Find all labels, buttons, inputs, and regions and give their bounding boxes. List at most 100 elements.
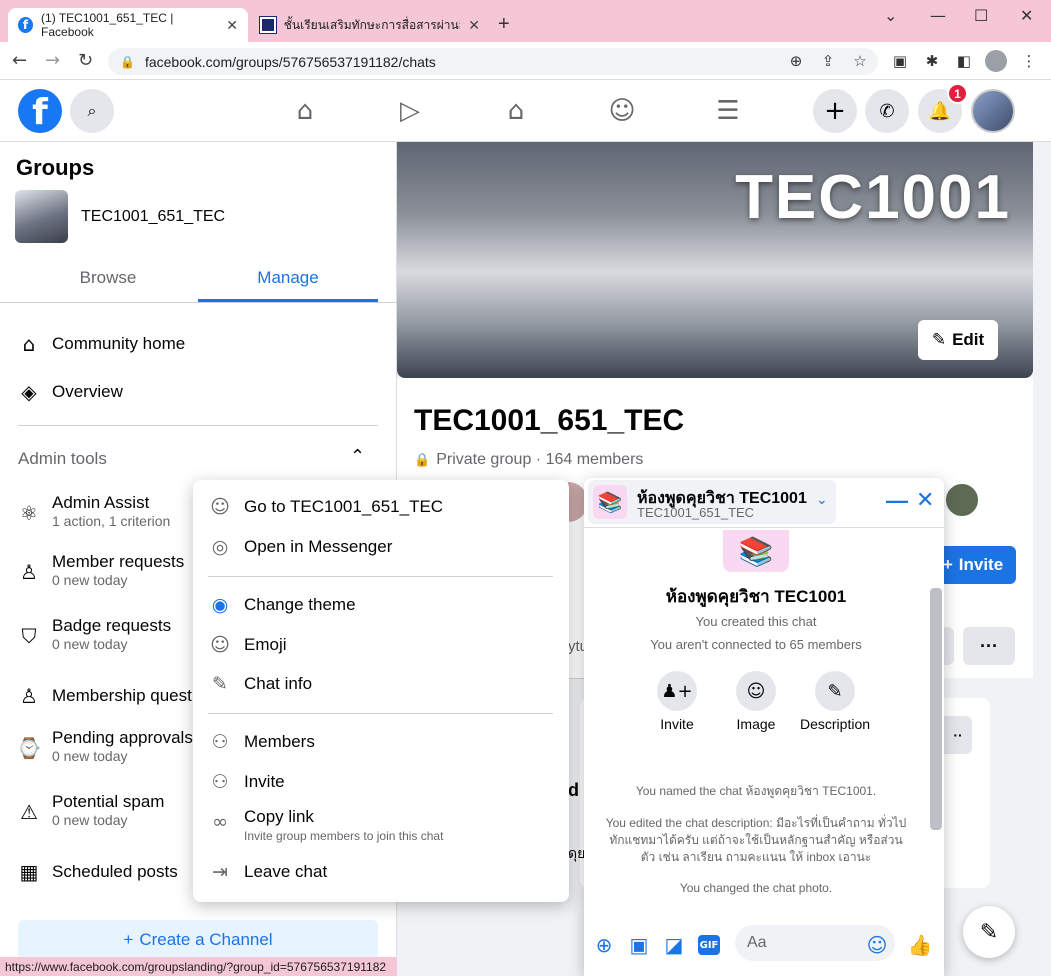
menu-item-copy-link[interactable]: ∞ Copy link Invite group members to join… — [208, 807, 443, 843]
menu-item-sub: Invite group members to join this chat — [244, 829, 444, 843]
messenger-icon: ◎ — [211, 536, 229, 558]
close-chat-icon[interactable]: ✕ — [916, 488, 934, 513]
person-question-icon: ♙ — [20, 684, 38, 708]
url-text: facebook.com/groups/576756537191182/chat… — [144, 53, 436, 70]
create-channel-button[interactable]: + Create a Channel — [18, 920, 378, 960]
search-icon[interactable]: ⌕ — [70, 89, 114, 133]
browser-tab-facebook[interactable]: f (1) TEC1001_651_TEC | Facebook ✕ — [8, 8, 248, 42]
marketplace-icon[interactable]: ⌂ — [496, 95, 536, 127]
group-thumbnail[interactable] — [15, 190, 68, 243]
menu-item-emoji[interactable]: ☺ Emoji — [208, 634, 286, 656]
group-name-heading: TEC1001_651_TEC — [414, 404, 685, 437]
peek-text: d — [568, 780, 579, 800]
action-description-label: Description — [799, 716, 871, 732]
sidebar-item-label: Scheduled posts — [52, 862, 178, 881]
warning-icon: ⚠ — [20, 800, 38, 824]
profile-avatar-icon[interactable] — [985, 50, 1007, 72]
chevron-down-icon[interactable]: ⌄ — [816, 492, 828, 508]
new-message-icon[interactable]: ✎ — [963, 906, 1015, 958]
group-meta-text: Private group · 164 members — [436, 451, 644, 468]
member-avatar[interactable] — [944, 482, 980, 518]
invite-people-icon: ⚇ — [211, 771, 229, 793]
chat-scrollbar[interactable] — [930, 588, 942, 830]
divider — [18, 425, 378, 426]
share-icon[interactable]: ⇪ — [819, 52, 837, 70]
close-tab-icon[interactable]: ✕ — [226, 17, 238, 34]
account-avatar[interactable] — [971, 89, 1015, 133]
tab-title: ชั้นเรียนเสริมทักษะการสื่อสารผ่านสื่อสั.… — [283, 17, 461, 32]
messenger-icon[interactable]: ✆ — [865, 89, 909, 133]
menu-item-members[interactable]: ⚇ Members — [208, 731, 314, 753]
new-tab-icon[interactable]: + — [498, 13, 510, 36]
emoji-icon[interactable]: ☺ — [865, 933, 889, 957]
groups-icon[interactable]: ☺ — [602, 95, 642, 127]
chat-event: You edited the chat description: มีอะไรท… — [605, 816, 907, 864]
menu-item-invite[interactable]: ⚇ Invite — [208, 771, 284, 793]
sidebar-item-badge-requests[interactable]: ⛉ Badge requests 0 new today — [16, 616, 172, 652]
sidebar-item-pending-approvals[interactable]: ⌚ Pending approvals 0 new today — [16, 728, 193, 764]
bookmark-star-icon[interactable]: ☆ — [851, 52, 869, 70]
menu-item-chat-info[interactable]: ✎ Chat info — [208, 673, 312, 695]
chat-event: You named the chat ห้องพูดคุยวิชา TEC100… — [635, 784, 877, 798]
plus-circle-icon[interactable]: ⊕ — [592, 933, 616, 957]
sidebar-item-sub: 0 new today — [52, 572, 128, 588]
menu-item-change-theme[interactable]: ◉ Change theme — [208, 594, 356, 616]
chat-event: You changed the chat photo. — [679, 881, 833, 895]
facebook-logo-icon[interactable]: f — [18, 89, 62, 133]
sidebar-item-scheduled-posts[interactable]: ▦ Scheduled posts — [16, 860, 178, 884]
atom-icon: ⚛ — [20, 501, 38, 525]
zoom-icon[interactable]: ⊕ — [787, 52, 805, 70]
watch-icon[interactable]: ▷ — [390, 95, 430, 127]
photo-icon[interactable]: ▣ — [627, 933, 651, 957]
gif-icon[interactable]: GIF — [698, 935, 720, 955]
close-window-icon[interactable]: ✕ — [1020, 6, 1033, 25]
edit-cover-button[interactable]: ✎ Edit — [918, 320, 998, 360]
menu-item-label: Chat info — [244, 674, 313, 693]
plus-icon: + — [123, 930, 134, 949]
create-icon[interactable]: + — [813, 89, 857, 133]
sidebar-group-name[interactable]: TEC1001_651_TEC — [81, 208, 225, 226]
tab-browse[interactable]: Browse — [18, 268, 198, 288]
chat-books-icon: 📚 — [593, 485, 627, 519]
menu-item-open-messenger[interactable]: ◎ Open in Messenger — [208, 536, 393, 558]
person-add-icon[interactable]: ♟+ — [657, 671, 697, 711]
pencil-icon[interactable]: ✎ — [815, 671, 855, 711]
sidebar-item-member-requests[interactable]: ♙ Member requests 0 new today — [16, 552, 184, 588]
close-tab-icon[interactable]: ✕ — [468, 17, 480, 34]
chat-subtitle: TEC1001_651_TEC — [637, 505, 755, 520]
forward-icon[interactable]: → — [45, 50, 60, 71]
tab-manage[interactable]: Manage — [198, 268, 378, 288]
card-more-button[interactable]: ·· — [944, 716, 972, 754]
omnibox[interactable]: 🔒 facebook.com/groups/576756537191182/ch… — [108, 48, 878, 75]
minimize-chat-icon[interactable]: — — [886, 488, 908, 514]
reload-icon[interactable]: ↻ — [78, 50, 93, 71]
minimize-icon[interactable]: — — [930, 6, 946, 25]
sidebar-item-overview[interactable]: ◈ Overview — [16, 380, 123, 404]
chevron-up-icon[interactable]: ⌃ — [350, 446, 365, 467]
invite-label: Invite — [958, 555, 1004, 574]
browser-tab-class[interactable]: ชั้นเรียนเสริมทักษะการสื่อสารผ่านสื่อสั.… — [250, 8, 490, 42]
menu-icon[interactable]: ☰ — [708, 95, 748, 127]
thumbs-up-icon[interactable]: 👍 — [908, 933, 933, 957]
side-panel-icon[interactable]: ◧ — [955, 52, 973, 70]
sidebar-item-membership-questions[interactable]: ♙ Membership quest — [16, 684, 192, 708]
more-options-button[interactable]: ··· — [963, 627, 1015, 665]
sidebar-item-label: Member requests — [52, 552, 185, 571]
maximize-icon[interactable]: ☐ — [974, 6, 988, 25]
home-icon[interactable]: ⌂ — [285, 95, 325, 127]
sidebar-item-community-home[interactable]: ⌂ Community home — [16, 332, 186, 356]
chrome-menu-icon[interactable]: ⋮ — [1020, 52, 1038, 70]
sticker-icon[interactable]: ◪ — [662, 933, 686, 957]
action-image-label: Image — [736, 716, 776, 732]
chat-name: ห้องพูดคุยวิชา TEC1001 — [665, 587, 847, 606]
sidebar-item-potential-spam[interactable]: ⚠ Potential spam 0 new today — [16, 792, 164, 828]
sidebar-item-admin-assist[interactable]: ⚛ Admin Assist 1 action, 1 criterion — [16, 493, 170, 529]
extension-qr-icon[interactable]: ▣ — [891, 52, 909, 70]
layers-icon: ◈ — [21, 380, 37, 404]
tab-search-icon[interactable]: ⌄ — [884, 6, 897, 25]
menu-item-go-to-group[interactable]: ☺ Go to TEC1001_651_TEC — [208, 496, 443, 518]
smile-icon[interactable]: ☺ — [736, 671, 776, 711]
back-icon[interactable]: ← — [12, 50, 27, 71]
menu-item-leave-chat[interactable]: ⇥ Leave chat — [208, 861, 327, 883]
extensions-puzzle-icon[interactable]: ✱ — [923, 52, 941, 70]
